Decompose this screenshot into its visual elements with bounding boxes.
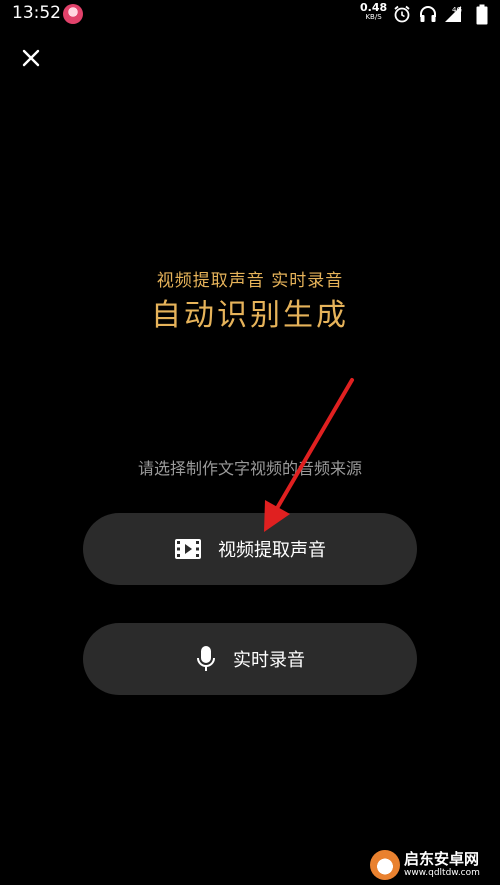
hero-title: 自动识别生成: [151, 298, 349, 333]
network-type: 4G: [452, 6, 462, 14]
hero-subtitle: 视频提取声音 实时录音: [156, 271, 344, 291]
video-extract-button[interactable]: 视频提取声音: [83, 513, 417, 585]
source-prompt: 请选择制作文字视频的音频来源: [137, 459, 362, 478]
watermark-url: www.qdltdw.com: [404, 868, 480, 878]
annotation-arrow: [264, 378, 354, 532]
video-extract-label: 视频提取声音: [218, 540, 326, 561]
watermark-name: 启东安卓网: [404, 850, 480, 868]
status-bar: 13:52 0.48 KB/S 4G: [0, 0, 500, 30]
net-speed-value: 0.48: [360, 1, 388, 14]
headphones-icon: [420, 6, 436, 22]
status-time: 13:52: [12, 3, 61, 23]
microphone-icon: [195, 645, 217, 673]
alarm-icon: [394, 5, 410, 23]
watermark-logo-icon: [370, 850, 400, 880]
realtime-record-button[interactable]: 实时录音: [83, 623, 417, 695]
battery-icon: [476, 4, 488, 25]
notification-avatar-icon: [63, 4, 83, 24]
signal-icon: 4G: [445, 6, 462, 22]
watermark: 启东安卓网 www.qdltdw.com: [370, 848, 500, 882]
realtime-record-label: 实时录音: [233, 650, 305, 671]
video-film-icon: [174, 537, 202, 561]
close-icon[interactable]: [17, 44, 45, 72]
net-speed-unit: KB/S: [365, 13, 382, 21]
net-speed: 0.48 KB/S: [360, 2, 387, 21]
